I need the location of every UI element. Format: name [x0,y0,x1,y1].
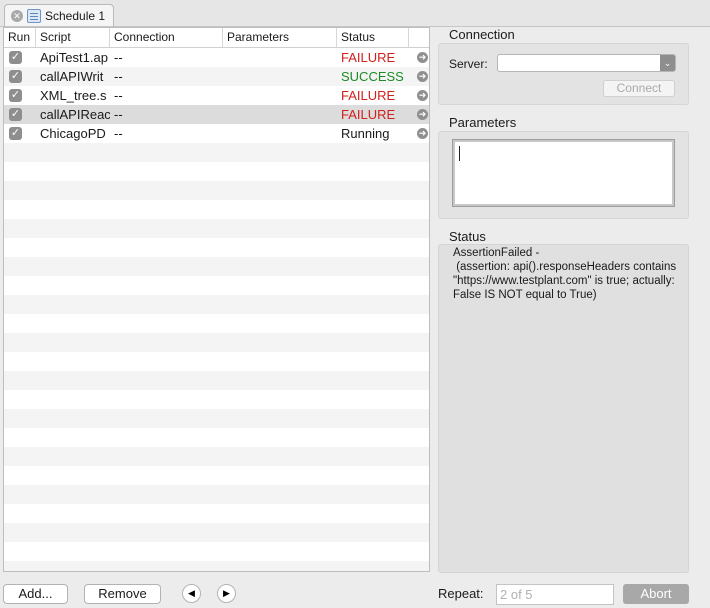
close-icon[interactable]: ✕ [11,9,23,22]
run-cell[interactable]: ✓ [4,51,36,64]
table-row[interactable]: ✓ ApiTest1.ap -- FAILURE ➜ [4,48,429,67]
empty-row [4,466,429,485]
table-header: Run Script Connection Parameters Status [4,28,429,48]
triangle-left-icon: ◀ [188,588,195,598]
empty-row [4,276,429,295]
go-cell[interactable]: ➜ [409,128,428,139]
arrow-right-circle-icon[interactable]: ➜ [417,109,428,120]
empty-row [4,314,429,333]
schedule-table[interactable]: Run Script Connection Parameters Status … [3,27,430,572]
empty-row [4,542,429,561]
table-row[interactable]: ✓ callAPIWrit -- SUCCESS ➜ [4,67,429,86]
script-cell: ApiTest1.ap [40,50,108,65]
run-checkbox[interactable]: ✓ [9,108,22,121]
column-header-connection[interactable]: Connection [110,28,223,47]
go-cell[interactable]: ➜ [409,90,428,101]
column-header-action [409,28,429,47]
column-header-script[interactable]: Script [36,28,110,47]
empty-row [4,447,429,466]
server-select[interactable]: ⌄ [497,54,676,72]
script-cell: callAPIWrit [40,69,104,84]
go-cell[interactable]: ➜ [409,109,428,120]
add-button[interactable]: Add... [3,584,68,604]
chevron-down-icon[interactable]: ⌄ [660,55,675,71]
previous-button[interactable]: ◀ [182,584,201,603]
run-checkbox[interactable]: ✓ [9,70,22,83]
empty-row [4,409,429,428]
arrow-right-circle-icon[interactable]: ➜ [417,52,428,63]
script-cell: XML_tree.s [40,88,107,103]
empty-row [4,238,429,257]
next-button[interactable]: ▶ [217,584,236,603]
empty-row [4,561,429,571]
column-header-parameters[interactable]: Parameters [223,28,337,47]
connection-cell: -- [114,126,123,141]
empty-row [4,219,429,238]
connect-button[interactable]: Connect [603,80,675,97]
table-row[interactable]: ✓ ChicagoPD -- Running ➜ [4,124,429,143]
tab-label: Schedule 1 [45,8,106,23]
repeat-input[interactable]: 2 of 5 [496,584,614,605]
run-cell[interactable]: ✓ [4,89,36,102]
go-cell[interactable]: ➜ [409,71,428,82]
table-body: ✓ ApiTest1.ap -- FAILURE ➜ ✓ callAPIWrit -- SUCC… [4,48,429,571]
connection-cell: -- [114,107,123,122]
empty-row [4,390,429,409]
empty-row [4,200,429,219]
tab-bar: ✕ Schedule 1 [0,0,710,27]
empty-row [4,352,429,371]
status-cell: FAILURE [341,107,396,122]
connection-cell: -- [114,50,123,65]
table-row[interactable]: ✓ XML_tree.s -- FAILURE ➜ [4,86,429,105]
run-checkbox[interactable]: ✓ [9,89,22,102]
run-cell[interactable]: ✓ [4,70,36,83]
run-cell[interactable]: ✓ [4,127,36,140]
status-cell: SUCCESS [341,69,404,84]
empty-row [4,181,429,200]
column-header-run[interactable]: Run [4,28,36,47]
connection-cell: -- [114,69,123,84]
status-message: AssertionFailed - (assertion: api().resp… [453,247,677,301]
empty-row [4,162,429,181]
schedule-doc-icon [27,8,41,23]
empty-row [4,523,429,542]
status-cell: Running [341,126,390,141]
empty-row [4,333,429,352]
script-cell: callAPIReac [40,107,110,122]
empty-row [4,295,429,314]
connection-cell: -- [114,88,123,103]
status-cell: FAILURE [341,88,396,103]
status-cell: FAILURE [341,50,396,65]
arrow-right-circle-icon[interactable]: ➜ [417,90,428,101]
run-checkbox[interactable]: ✓ [9,127,22,140]
empty-row [4,371,429,390]
empty-row [4,143,429,162]
triangle-right-icon: ▶ [223,588,230,598]
table-row[interactable]: ✓ callAPIReac -- FAILURE ➜ [4,105,429,124]
empty-row [4,257,429,276]
script-cell: ChicagoPD [40,126,106,141]
run-cell[interactable]: ✓ [4,108,36,121]
parameters-field[interactable] [452,139,675,207]
empty-row [4,485,429,504]
connection-title: Connection [449,27,515,42]
text-caret [459,146,460,161]
empty-row [4,428,429,447]
status-title: Status [449,229,486,244]
abort-button[interactable]: Abort [623,584,689,604]
column-header-status[interactable]: Status [337,28,409,47]
tab-schedule[interactable]: ✕ Schedule 1 [4,4,114,26]
parameters-title: Parameters [449,115,517,130]
go-cell[interactable]: ➜ [409,52,428,63]
run-checkbox[interactable]: ✓ [9,51,22,64]
server-label: Server: [449,57,488,71]
remove-button[interactable]: Remove [84,584,161,604]
empty-row [4,504,429,523]
repeat-label: Repeat: [438,586,484,601]
arrow-right-circle-icon[interactable]: ➜ [417,71,428,82]
arrow-right-circle-icon[interactable]: ➜ [417,128,428,139]
